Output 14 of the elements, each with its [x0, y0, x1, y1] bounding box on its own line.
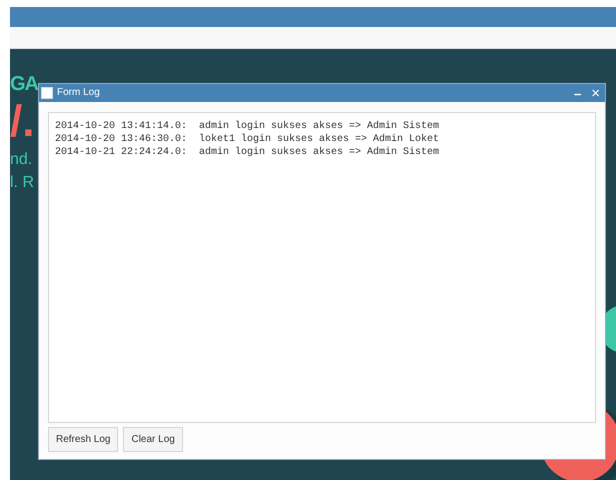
close-button[interactable]: ×	[588, 86, 603, 100]
log-button[interactable]: Refresh Log	[48, 427, 118, 452]
log-entry: 2014-10-20 13:46:30.0: loket1 login sukses akses => Admin Loket	[55, 133, 440, 146]
window-title: Form Log	[57, 88, 100, 98]
log-area[interactable]: 2014-10-20 13:41:14.0: admin login sukses akses => Admin Sistem 2014-10-20 13:46:30.0: loket1 login sukses akses => Admin Loket 2014-10-21 22:24:24.0: admin login sukses akses => Admin Sistem	[48, 112, 596, 423]
log-entry: 2014-10-21 22:24:24.0: admin login sukses akses => Admin Sistem	[55, 146, 440, 159]
background-heading: /.	[10, 100, 34, 144]
background-heading: GA	[10, 74, 38, 94]
background-heading: l. R	[10, 175, 34, 191]
window-icon	[41, 87, 53, 99]
background-heading: nd.	[10, 152, 32, 168]
log-entry: 2014-10-20 13:41:14.0: admin login sukses akses => Admin Sistem	[55, 120, 440, 133]
minimize-button[interactable]: –	[571, 86, 584, 100]
log-button[interactable]: Clear Log	[123, 427, 183, 452]
